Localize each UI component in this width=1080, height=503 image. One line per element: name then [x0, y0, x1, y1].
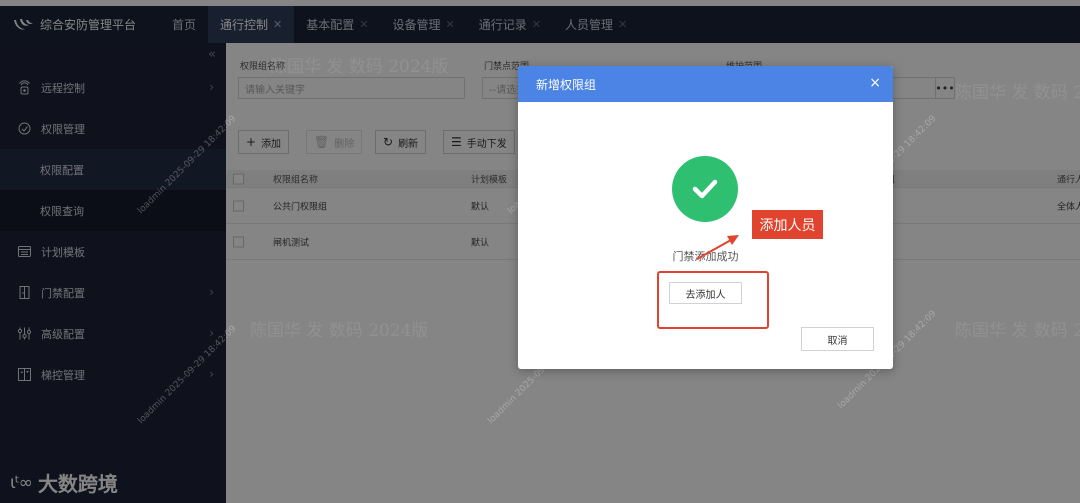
success-message: 门禁添加成功 [672, 250, 739, 263]
watermark-faint: 陈国华 发 数码 2024版 [250, 321, 429, 341]
success-check-icon [672, 156, 738, 222]
watermark-faint: 陈国华 发 数码 2024版 [955, 321, 1080, 341]
annotation-highlight-box [657, 271, 769, 329]
dialog-title: 新增权限组 [536, 77, 597, 92]
dialog-header: 新增权限组 × [518, 66, 893, 102]
annotation-label: 添加人员 [752, 210, 823, 239]
watermark-faint: 陈国华 发 数码 2024版 [270, 57, 449, 77]
close-icon[interactable]: × [869, 75, 881, 91]
watermark-faint: 陈国华 发 数码 2024版 [955, 83, 1080, 103]
cancel-button[interactable]: 取消 [801, 327, 874, 351]
